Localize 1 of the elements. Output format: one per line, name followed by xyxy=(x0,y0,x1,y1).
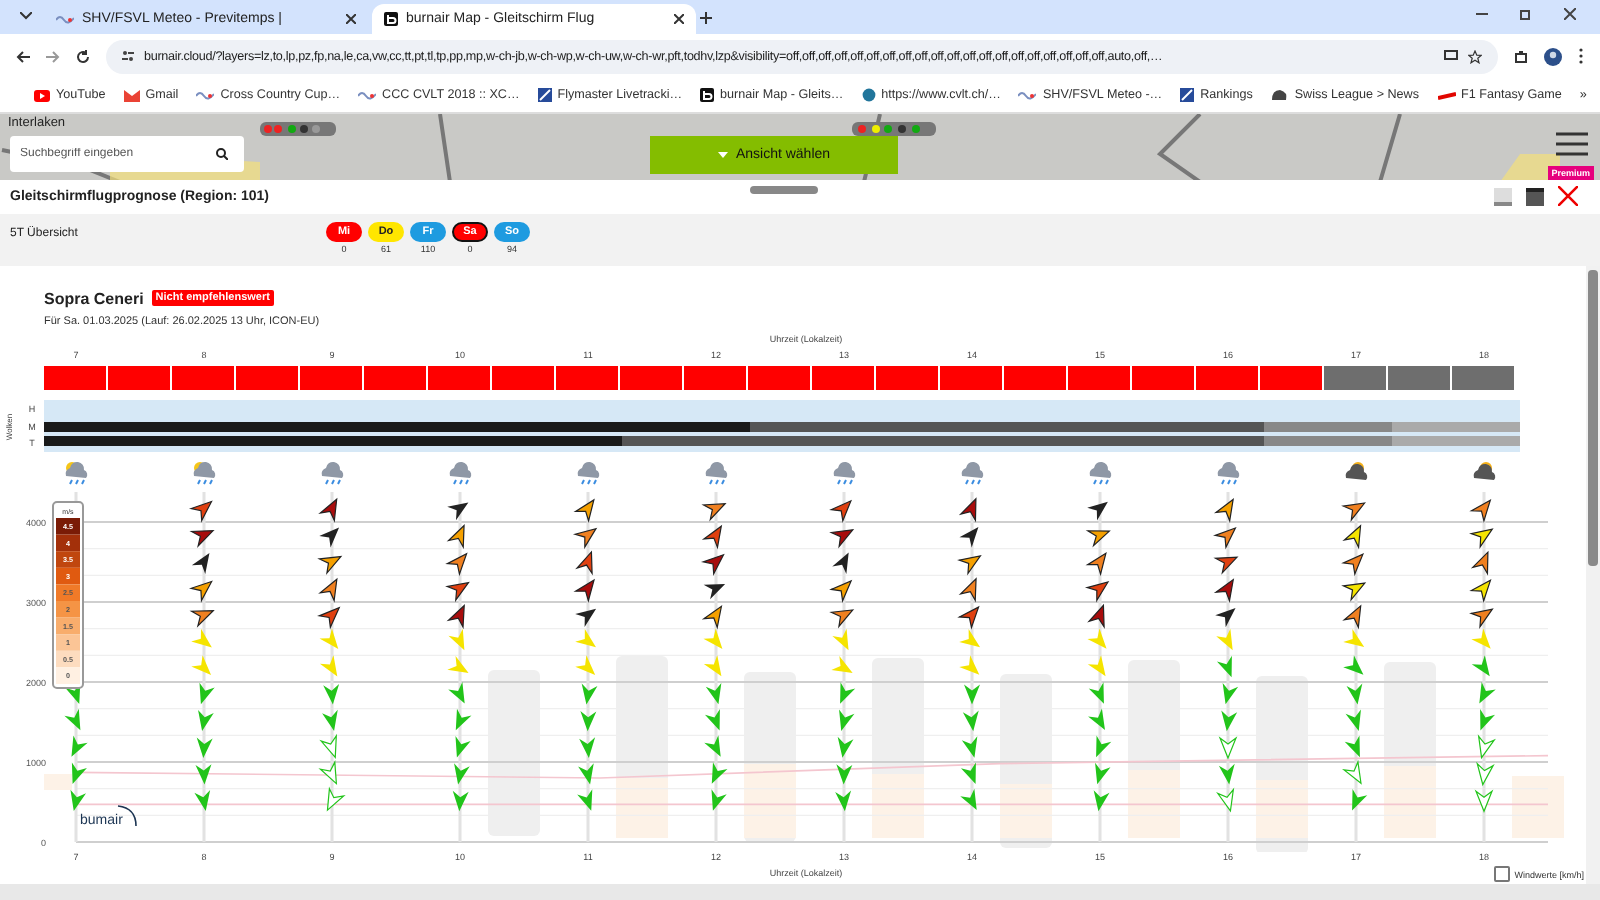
site-name: Sopra Ceneri xyxy=(44,289,144,308)
